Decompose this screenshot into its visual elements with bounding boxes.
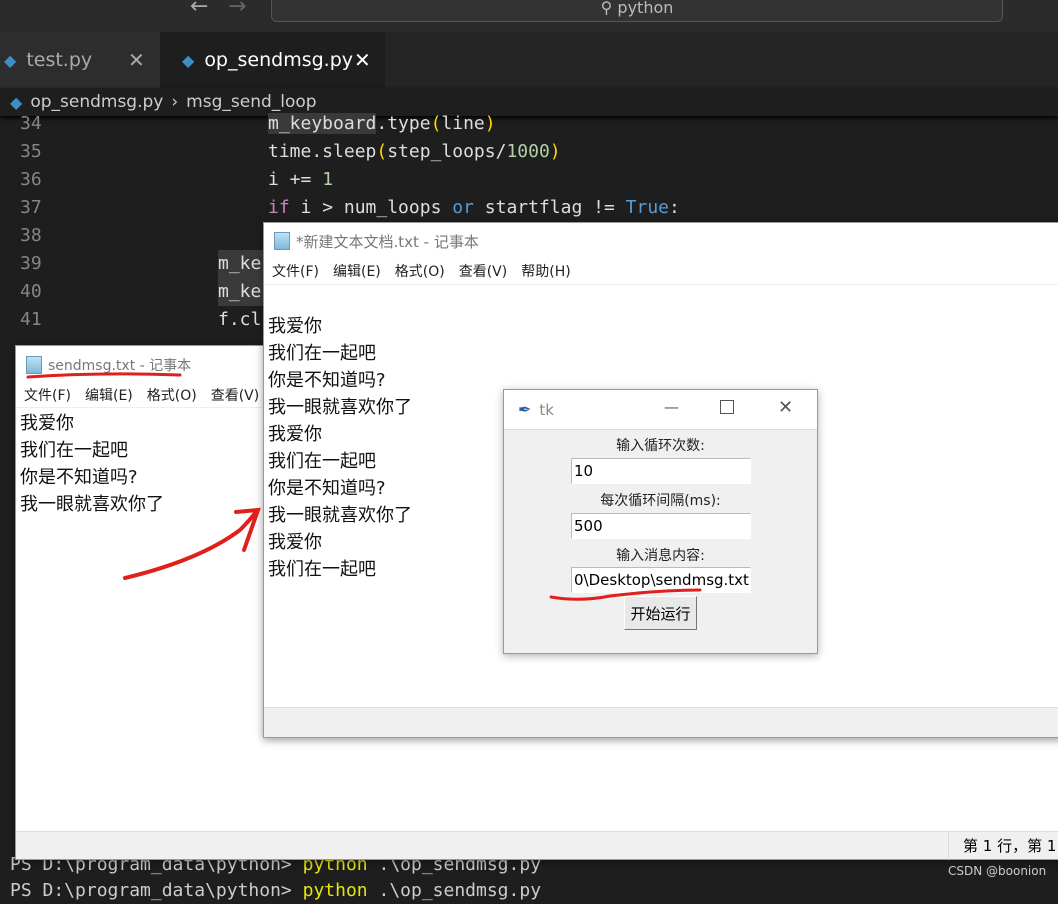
- loops-input[interactable]: 10: [571, 458, 751, 484]
- command-search[interactable]: ⚲ python: [271, 0, 1003, 22]
- menu-file[interactable]: 文件(F): [272, 259, 319, 284]
- close-icon[interactable]: ✕: [354, 48, 371, 72]
- tk-dialog[interactable]: ✒ tk — ✕ 输入循环次数: 10 每次循环间隔(ms): 500 输入消息…: [503, 389, 818, 654]
- forward-arrow-icon[interactable]: →: [228, 0, 246, 19]
- text-line: 我爱你: [268, 316, 322, 337]
- code-lines: m_keyboard.type(line) time.sleep(step_loo…: [268, 110, 680, 222]
- notepad-icon: [274, 232, 290, 250]
- line-number: 41: [20, 309, 42, 330]
- message-label: 输入消息内容:: [616, 548, 705, 564]
- interval-label: 每次循环间隔(ms):: [600, 493, 721, 509]
- close-button[interactable]: ✕: [778, 397, 793, 418]
- editor-tabs: ◆ test.py ✕ ◆ op_sendmsg.py ✕: [0, 32, 1058, 88]
- line-number: 40: [20, 281, 42, 302]
- back-arrow-icon[interactable]: ←: [190, 0, 208, 19]
- chevron-right-icon: ›: [171, 92, 179, 112]
- menu-edit[interactable]: 编辑(E): [85, 384, 133, 407]
- python-icon: ◆: [10, 92, 23, 112]
- tab-test-py[interactable]: ◆ test.py ✕: [0, 32, 160, 88]
- notepad-icon: [26, 356, 42, 374]
- breadcrumb-file[interactable]: op_sendmsg.py: [30, 92, 163, 112]
- feather-icon: ✒: [518, 400, 532, 419]
- window-title: *新建文本文档.txt - 记事本: [264, 223, 1058, 259]
- menu-edit[interactable]: 编辑(E): [333, 259, 381, 284]
- status-bar: 第 1 行，第 1 列: [16, 831, 1058, 860]
- vscode-titlebar: ← → ⚲ python: [0, 0, 1058, 32]
- message-input[interactable]: 0\Desktop\sendmsg.txt: [571, 567, 751, 593]
- menu-format[interactable]: 格式(O): [147, 384, 197, 407]
- line-number: 37: [20, 197, 42, 218]
- menu-view[interactable]: 查看(V): [459, 259, 508, 284]
- menu-format[interactable]: 格式(O): [395, 259, 445, 284]
- code-line: if i > num_loops or startflag != True:: [268, 197, 680, 218]
- search-icon: ⚲: [600, 0, 618, 17]
- tab-op-sendmsg-py[interactable]: ◆ op_sendmsg.py ✕: [160, 32, 385, 88]
- start-button[interactable]: 开始运行: [624, 596, 697, 630]
- terminal-line: PS D:\program_data\python> python .\op_s…: [10, 880, 542, 901]
- line-number: 39: [20, 253, 42, 274]
- code-line: time.sleep(step_loops/1000): [268, 141, 561, 162]
- line-number: 38: [20, 225, 42, 246]
- code-line: i += 1: [268, 169, 334, 190]
- menu-view[interactable]: 查看(V): [211, 384, 260, 407]
- minimize-button[interactable]: —: [664, 398, 679, 416]
- code-line: m_keyboard.type(line): [268, 113, 496, 134]
- loops-label: 输入循环次数:: [616, 438, 705, 454]
- python-icon: ◆: [182, 50, 195, 70]
- maximize-button[interactable]: [720, 400, 734, 414]
- watermark: CSDN @boonion: [948, 864, 1047, 878]
- window-title: ✒ tk — ✕: [504, 390, 817, 430]
- status-bar: [264, 707, 1058, 737]
- close-icon[interactable]: ✕: [128, 48, 145, 72]
- menu-file[interactable]: 文件(F): [24, 384, 71, 407]
- cursor-position: 第 1 行，第 1 列: [948, 832, 1058, 860]
- menu-help[interactable]: 帮助(H): [521, 259, 570, 284]
- line-numbers: 34 35 36 37 38 39 40 41: [20, 110, 60, 334]
- line-number: 34: [20, 113, 42, 134]
- interval-input[interactable]: 500: [571, 513, 751, 539]
- line-number: 36: [20, 169, 42, 190]
- text-line: 我们在一起吧: [268, 343, 376, 364]
- python-icon: ◆: [4, 50, 17, 70]
- breadcrumb-symbol[interactable]: msg_send_loop: [186, 92, 316, 112]
- menu-bar: 文件(F) 编辑(E) 格式(O) 查看(V) 帮助(H): [264, 259, 1058, 285]
- line-number: 35: [20, 141, 42, 162]
